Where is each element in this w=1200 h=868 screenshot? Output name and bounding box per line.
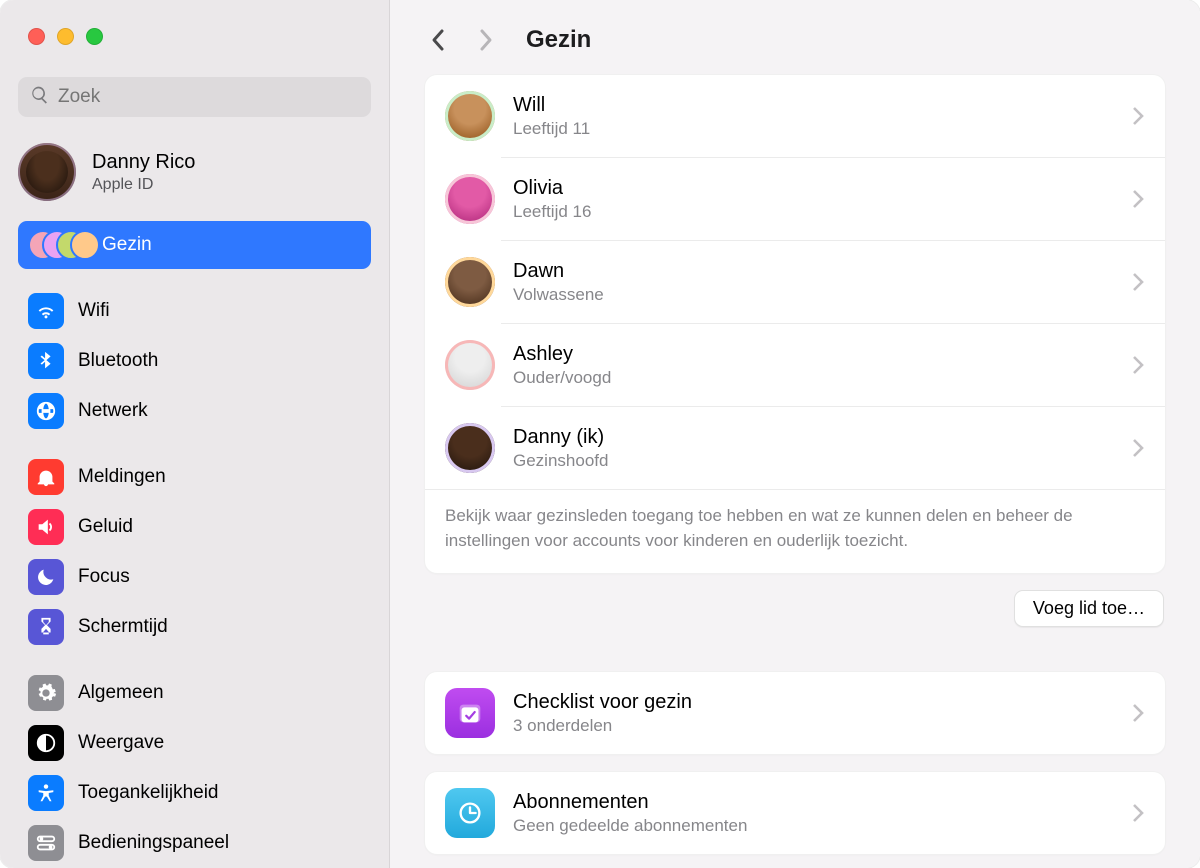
family-member-row[interactable]: Danny (ik) Gezinshoofd [425, 407, 1165, 489]
gear-icon [28, 675, 64, 711]
family-member-row[interactable]: Ashley Ouder/voogd [425, 324, 1165, 406]
sidebar-item-gezin[interactable]: Gezin [18, 221, 371, 269]
speaker-icon [28, 509, 64, 545]
accessibility-icon [28, 775, 64, 811]
member-name: Dawn [513, 260, 604, 283]
family-checklist-panel: Checklist voor gezin 3 onderdelen [424, 671, 1166, 755]
wifi-icon [28, 293, 64, 329]
content-header: Gezin [390, 0, 1200, 74]
sidebar-item-label: Wifi [78, 300, 110, 322]
hourglass-icon [28, 609, 64, 645]
chevron-right-icon [1131, 105, 1145, 127]
user-sub: Apple ID [92, 176, 195, 194]
back-button[interactable] [426, 28, 450, 52]
sidebar-item-wifi[interactable]: Wifi [18, 287, 371, 335]
checklist-sub: 3 onderdelen [513, 716, 692, 736]
sidebar-item-focus[interactable]: Focus [18, 553, 371, 601]
subscriptions-icon [445, 788, 495, 838]
settings-window: Danny Rico Apple ID Gezin Wifi Bluetooth N… [0, 0, 1200, 868]
bell-icon [28, 459, 64, 495]
bluetooth-icon [28, 343, 64, 379]
minimize-window-button[interactable] [57, 28, 74, 45]
checklist-title: Checklist voor gezin [513, 691, 692, 714]
sidebar-item-label: Bluetooth [78, 350, 158, 372]
member-name: Ashley [513, 343, 611, 366]
sidebar-item-meldingen[interactable]: Meldingen [18, 453, 371, 501]
subscriptions-title: Abonnementen [513, 791, 747, 814]
search-input[interactable] [58, 86, 359, 108]
chevron-right-icon [1131, 702, 1145, 724]
sidebar-item-label: Focus [78, 566, 130, 588]
window-controls [0, 28, 389, 69]
apple-id-row[interactable]: Danny Rico Apple ID [0, 131, 389, 217]
family-member-row[interactable]: Will Leeftijd 11 [425, 75, 1165, 157]
sidebar-item-bedieningspaneel[interactable]: Bedieningspaneel [18, 819, 371, 867]
family-member-row[interactable]: Dawn Volwassene [425, 241, 1165, 323]
moon-icon [28, 559, 64, 595]
user-name: Danny Rico [92, 151, 195, 174]
member-name: Olivia [513, 177, 591, 200]
sidebar-item-label: Schermtijd [78, 616, 168, 638]
page-title: Gezin [526, 26, 591, 54]
member-sub: Leeftijd 16 [513, 202, 591, 222]
sidebar-item-label: Toegankelijkheid [78, 782, 219, 804]
member-sub: Gezinshoofd [513, 451, 608, 471]
family-icon [28, 227, 88, 263]
close-window-button[interactable] [28, 28, 45, 45]
add-member-button[interactable]: Voeg lid toe… [1014, 590, 1164, 627]
family-member-row[interactable]: Olivia Leeftijd 16 [425, 158, 1165, 240]
sidebar-item-label: Netwerk [78, 400, 148, 422]
family-checklist-row[interactable]: Checklist voor gezin 3 onderdelen [425, 672, 1165, 754]
sidebar-item-label: Meldingen [78, 466, 166, 488]
zoom-window-button[interactable] [86, 28, 103, 45]
subscriptions-row[interactable]: Abonnementen Geen gedeelde abonnementen [425, 772, 1165, 854]
sidebar-item-toegankelijkheid[interactable]: Toegankelijkheid [18, 769, 371, 817]
search-field[interactable] [18, 77, 371, 117]
search-icon [30, 85, 50, 110]
forward-button[interactable] [474, 28, 498, 52]
member-avatar [445, 91, 495, 141]
member-name: Will [513, 94, 590, 117]
member-sub: Volwassene [513, 285, 604, 305]
sidebar-item-netwerk[interactable]: Netwerk [18, 387, 371, 435]
switches-icon [28, 825, 64, 861]
chevron-right-icon [1131, 437, 1145, 459]
sidebar-item-label: Bedieningspaneel [78, 832, 229, 854]
checklist-icon [445, 688, 495, 738]
member-avatar [445, 423, 495, 473]
member-name: Danny (ik) [513, 426, 608, 449]
sidebar-item-bluetooth[interactable]: Bluetooth [18, 337, 371, 385]
sidebar-item-label: Weergave [78, 732, 164, 754]
sidebar-item-geluid[interactable]: Geluid [18, 503, 371, 551]
chevron-right-icon [1131, 354, 1145, 376]
sidebar-item-algemeen[interactable]: Algemeen [18, 669, 371, 717]
subscriptions-sub: Geen gedeelde abonnementen [513, 816, 747, 836]
members-footer-text: Bekijk waar gezinsleden toegang toe hebb… [425, 489, 1165, 573]
sidebar-item-label: Gezin [102, 234, 152, 256]
user-avatar [18, 143, 76, 201]
sidebar-item-weergave[interactable]: Weergave [18, 719, 371, 767]
member-avatar [445, 340, 495, 390]
chevron-right-icon [1131, 802, 1145, 824]
member-avatar [445, 257, 495, 307]
contrast-icon [28, 725, 64, 761]
globe-icon [28, 393, 64, 429]
content-pane: Gezin Will Leeftijd 11 Olivia Leeftijd 1… [390, 0, 1200, 868]
member-avatar [445, 174, 495, 224]
sidebar: Danny Rico Apple ID Gezin Wifi Bluetooth N… [0, 0, 390, 868]
chevron-right-icon [1131, 271, 1145, 293]
sidebar-item-schermtijd[interactable]: Schermtijd [18, 603, 371, 651]
family-members-panel: Will Leeftijd 11 Olivia Leeftijd 16 Dawn… [424, 74, 1166, 574]
chevron-right-icon [1131, 188, 1145, 210]
member-sub: Leeftijd 11 [513, 119, 590, 139]
subscriptions-panel: Abonnementen Geen gedeelde abonnementen [424, 771, 1166, 855]
member-sub: Ouder/voogd [513, 368, 611, 388]
sidebar-item-label: Geluid [78, 516, 133, 538]
sidebar-item-label: Algemeen [78, 682, 164, 704]
